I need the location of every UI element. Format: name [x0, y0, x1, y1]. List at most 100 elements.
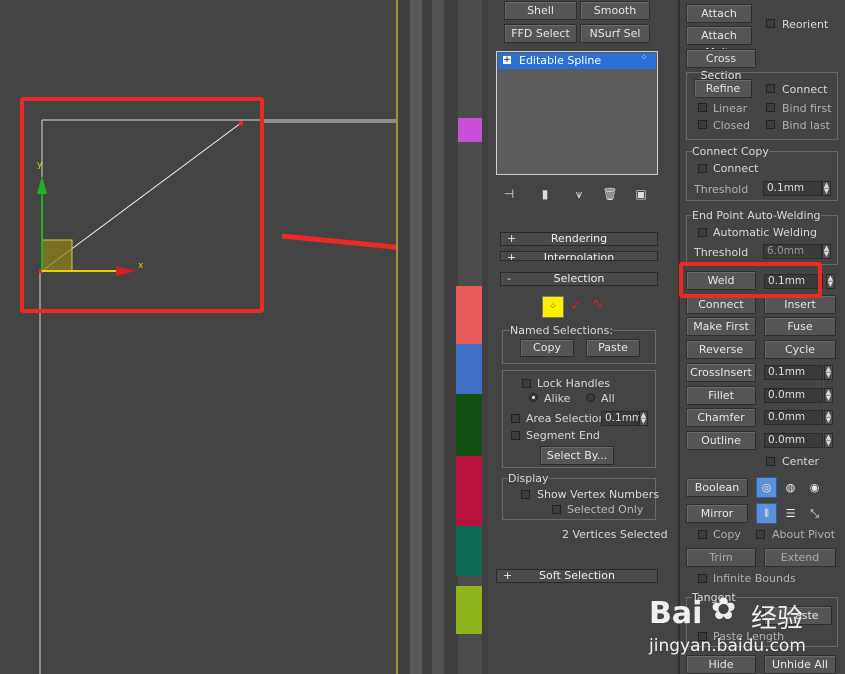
area-selection-checkbox[interactable]: [511, 414, 520, 423]
watermark-brand: Bai: [649, 596, 703, 631]
closed-label: Closed: [713, 119, 750, 132]
make-unique-icon[interactable]: ⩛: [570, 185, 588, 203]
shell-button[interactable]: Shell: [504, 1, 577, 20]
segment-end-checkbox[interactable]: [511, 431, 520, 440]
closed-checkbox[interactable]: [698, 120, 707, 129]
reorient-label: Reorient: [782, 18, 829, 31]
named-paste-button[interactable]: Paste: [586, 339, 640, 357]
modifier-panel: Shell Smooth FFD Select NSurf Sel + Edit…: [488, 0, 678, 674]
connect-copy-threshold-input[interactable]: 0.1mm: [763, 181, 822, 196]
fillet-spinner[interactable]: ▲ ▼: [824, 388, 833, 403]
watermark-url: jingyan.baidu.com: [649, 636, 806, 656]
weld-threshold-spinner[interactable]: ▲ ▼: [826, 274, 835, 289]
cycle-button[interactable]: Cycle: [764, 340, 836, 359]
cross-section-button[interactable]: Cross Section: [686, 49, 756, 82]
vertex-level-icon[interactable]: ⁘: [542, 296, 564, 318]
outline-button[interactable]: Outline: [686, 431, 756, 450]
lock-handles-checkbox[interactable]: [522, 379, 531, 388]
linear-label: Linear: [713, 102, 748, 115]
mirror-both-icon[interactable]: ⤡: [804, 503, 825, 524]
segment-level-icon[interactable]: ✓: [570, 298, 582, 314]
extend-button[interactable]: Extend: [764, 548, 836, 567]
cross-insert-button[interactable]: CrossInsert: [686, 363, 756, 382]
linear-checkbox[interactable]: [698, 103, 707, 112]
expand-plus-icon[interactable]: +: [503, 56, 511, 65]
rollout-rendering[interactable]: + Rendering: [500, 232, 658, 246]
automatic-welding-checkbox[interactable]: [698, 228, 707, 237]
stack-item-label: Editable Spline: [519, 54, 602, 67]
attach-mult-button[interactable]: Attach Mult.: [686, 26, 752, 59]
center-checkbox[interactable]: [766, 457, 775, 466]
fillet-button[interactable]: Fillet: [686, 386, 756, 405]
named-selections-label: Named Selections:: [510, 324, 614, 337]
show-end-result-icon[interactable]: ▮: [536, 185, 554, 203]
bind-last-checkbox[interactable]: [766, 120, 775, 129]
bind-last-label: Bind last: [782, 119, 830, 132]
remove-modifier-icon[interactable]: 🗑: [601, 185, 619, 203]
refine-connect-label: Connect: [782, 83, 828, 96]
chamfer-input[interactable]: 0.0mm: [764, 410, 823, 425]
subtraction-icon[interactable]: ◍: [780, 477, 801, 498]
auto-weld-threshold-spinner[interactable]: ▲ ▼: [822, 244, 831, 259]
bind-first-checkbox[interactable]: [766, 103, 775, 112]
configure-sets-icon[interactable]: ▣: [632, 185, 650, 203]
annotation-highlight-weld: [679, 262, 822, 298]
stack-item-editable-spline[interactable]: + Editable Spline ⁘: [498, 53, 656, 69]
sub-object-dots-icon: ⁘: [640, 53, 648, 63]
outline-input[interactable]: 0.0mm: [764, 433, 823, 448]
all-radio[interactable]: [586, 393, 595, 402]
auto-weld-threshold-label: Threshold: [694, 246, 749, 259]
mirror-horizontal-icon[interactable]: ⫴: [756, 503, 777, 524]
auto-weld-threshold-input[interactable]: 6.0mm: [763, 244, 822, 259]
reorient-checkbox[interactable]: [766, 19, 775, 28]
chamfer-spinner[interactable]: ▲ ▼: [824, 410, 833, 425]
make-first-button[interactable]: Make First: [686, 317, 756, 336]
alike-radio[interactable]: [529, 393, 538, 402]
area-selection-input[interactable]: 0.1mm: [601, 411, 642, 426]
connect-copy-connect-label: Connect: [713, 162, 759, 175]
all-label: All: [601, 392, 615, 405]
panel-divider: [678, 0, 680, 674]
connect-copy-threshold-spinner[interactable]: ▲ ▼: [822, 181, 831, 196]
smooth-button[interactable]: Smooth: [580, 1, 650, 20]
connect-copy-checkbox[interactable]: [698, 164, 707, 173]
about-pivot-checkbox[interactable]: [756, 530, 765, 539]
area-selection-spinner[interactable]: ▲ ▼: [639, 411, 648, 426]
annotation-arrow: [281, 233, 398, 250]
geometry-panel: Attach Reorient Attach Mult. Cross Secti…: [678, 0, 845, 674]
nsurf-sel-button[interactable]: NSurf Sel: [580, 24, 650, 43]
attach-button[interactable]: Attach: [686, 4, 752, 23]
center-label: Center: [782, 455, 820, 468]
fillet-input[interactable]: 0.0mm: [764, 388, 823, 403]
mirror-vertical-icon[interactable]: ☰: [780, 503, 801, 524]
chamfer-button[interactable]: Chamfer: [686, 408, 756, 427]
rollout-selection[interactable]: - Selection: [500, 272, 658, 286]
pin-stack-icon[interactable]: ⊣: [500, 185, 518, 203]
cross-insert-input[interactable]: 0.1mm: [764, 365, 823, 380]
refine-button[interactable]: Refine: [694, 79, 752, 98]
modifier-stack-list[interactable]: + Editable Spline ⁘: [496, 51, 658, 175]
show-vertex-numbers-label: Show Vertex Numbers: [537, 488, 659, 501]
union-icon[interactable]: ◎: [756, 477, 777, 498]
show-vertex-numbers-checkbox[interactable]: [521, 490, 530, 499]
select-by-button[interactable]: Select By...: [540, 446, 614, 465]
annotation-highlight-viewport: [20, 97, 264, 313]
reverse-button[interactable]: Reverse: [686, 340, 756, 359]
watermark-brand-cn: 经验: [751, 604, 804, 634]
spline-level-icon[interactable]: ∿: [592, 296, 604, 312]
boolean-button[interactable]: Boolean: [686, 478, 748, 497]
fuse-button[interactable]: Fuse: [764, 317, 836, 336]
intersection-icon[interactable]: ◉: [804, 477, 825, 498]
rollout-interpolation[interactable]: + Interpolation: [500, 251, 658, 261]
cross-insert-spinner[interactable]: ▲ ▼: [824, 365, 833, 380]
ffd-select-button[interactable]: FFD Select: [504, 24, 577, 43]
refine-connect-checkbox[interactable]: [766, 84, 775, 93]
trim-button[interactable]: Trim: [686, 548, 756, 567]
mirror-copy-checkbox[interactable]: [698, 530, 707, 539]
paw-icon: ✿: [711, 592, 737, 627]
named-copy-button[interactable]: Copy: [520, 339, 574, 357]
mirror-button[interactable]: Mirror: [686, 504, 748, 523]
segment-end-label: Segment End: [526, 429, 600, 442]
selected-only-checkbox[interactable]: [552, 505, 561, 514]
outline-spinner[interactable]: ▲ ▼: [824, 433, 833, 448]
